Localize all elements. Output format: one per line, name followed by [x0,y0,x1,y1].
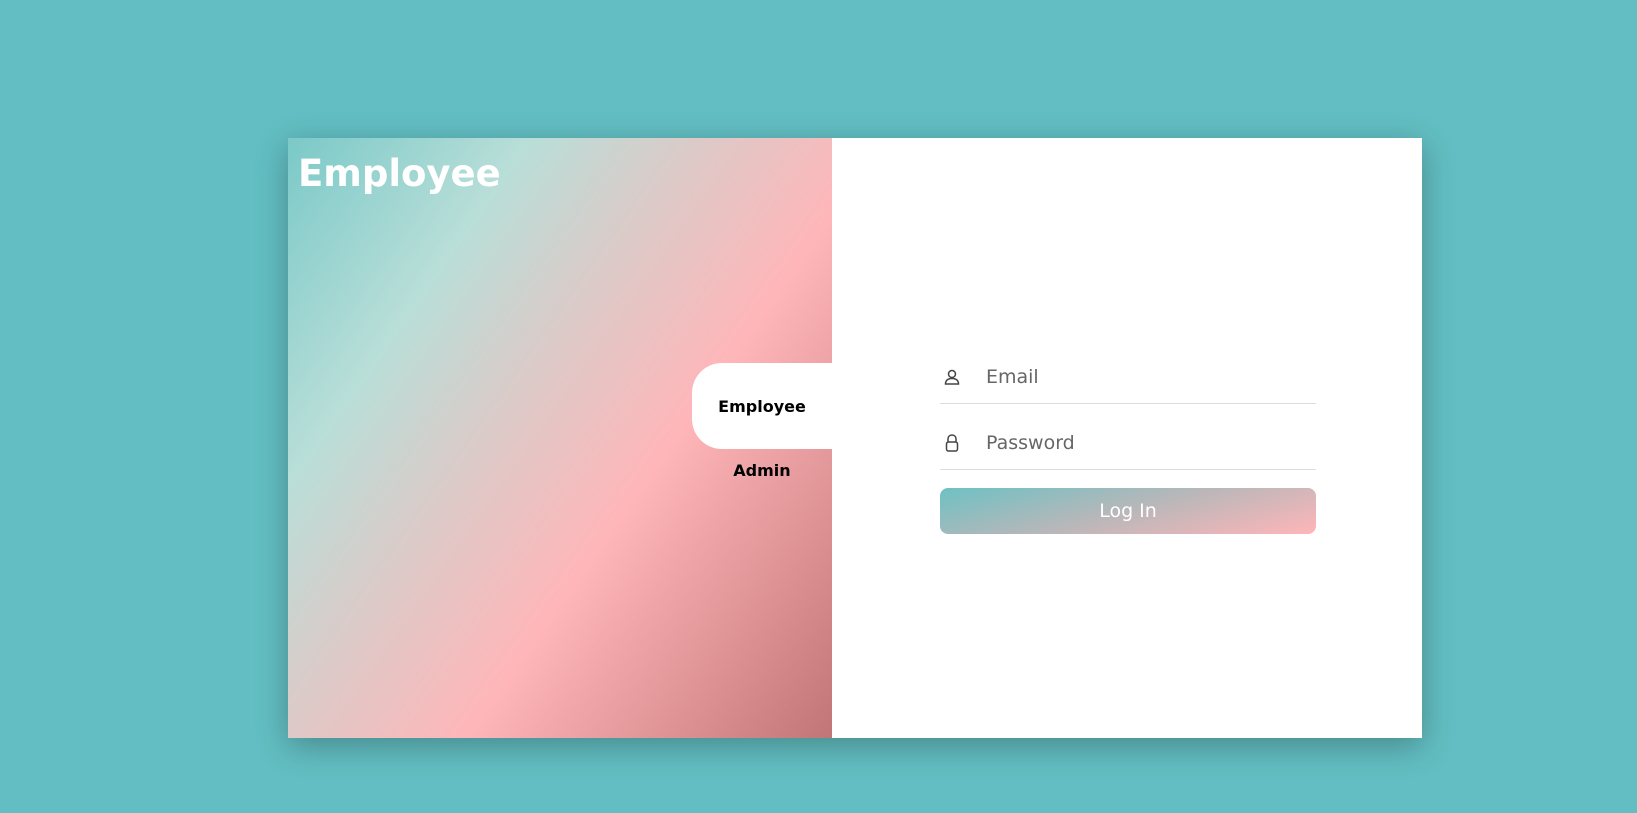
password-input[interactable] [986,427,1316,458]
login-card: Employee Employee Admin Email Log In [288,138,1422,738]
lock-icon [942,433,962,453]
user-icon [942,367,962,387]
login-panel: Log In [832,138,1422,738]
email-input[interactable] [986,361,1316,392]
login-button[interactable]: Log In [940,488,1316,534]
role-panel: Employee Employee Admin [288,138,832,738]
login-form: Log In [940,350,1316,534]
email-field-row [940,350,1316,404]
tab-employee[interactable]: Employee [692,363,832,449]
role-title: Employee [298,152,501,195]
tab-admin[interactable]: Admin [692,440,832,500]
password-field-row [940,416,1316,470]
